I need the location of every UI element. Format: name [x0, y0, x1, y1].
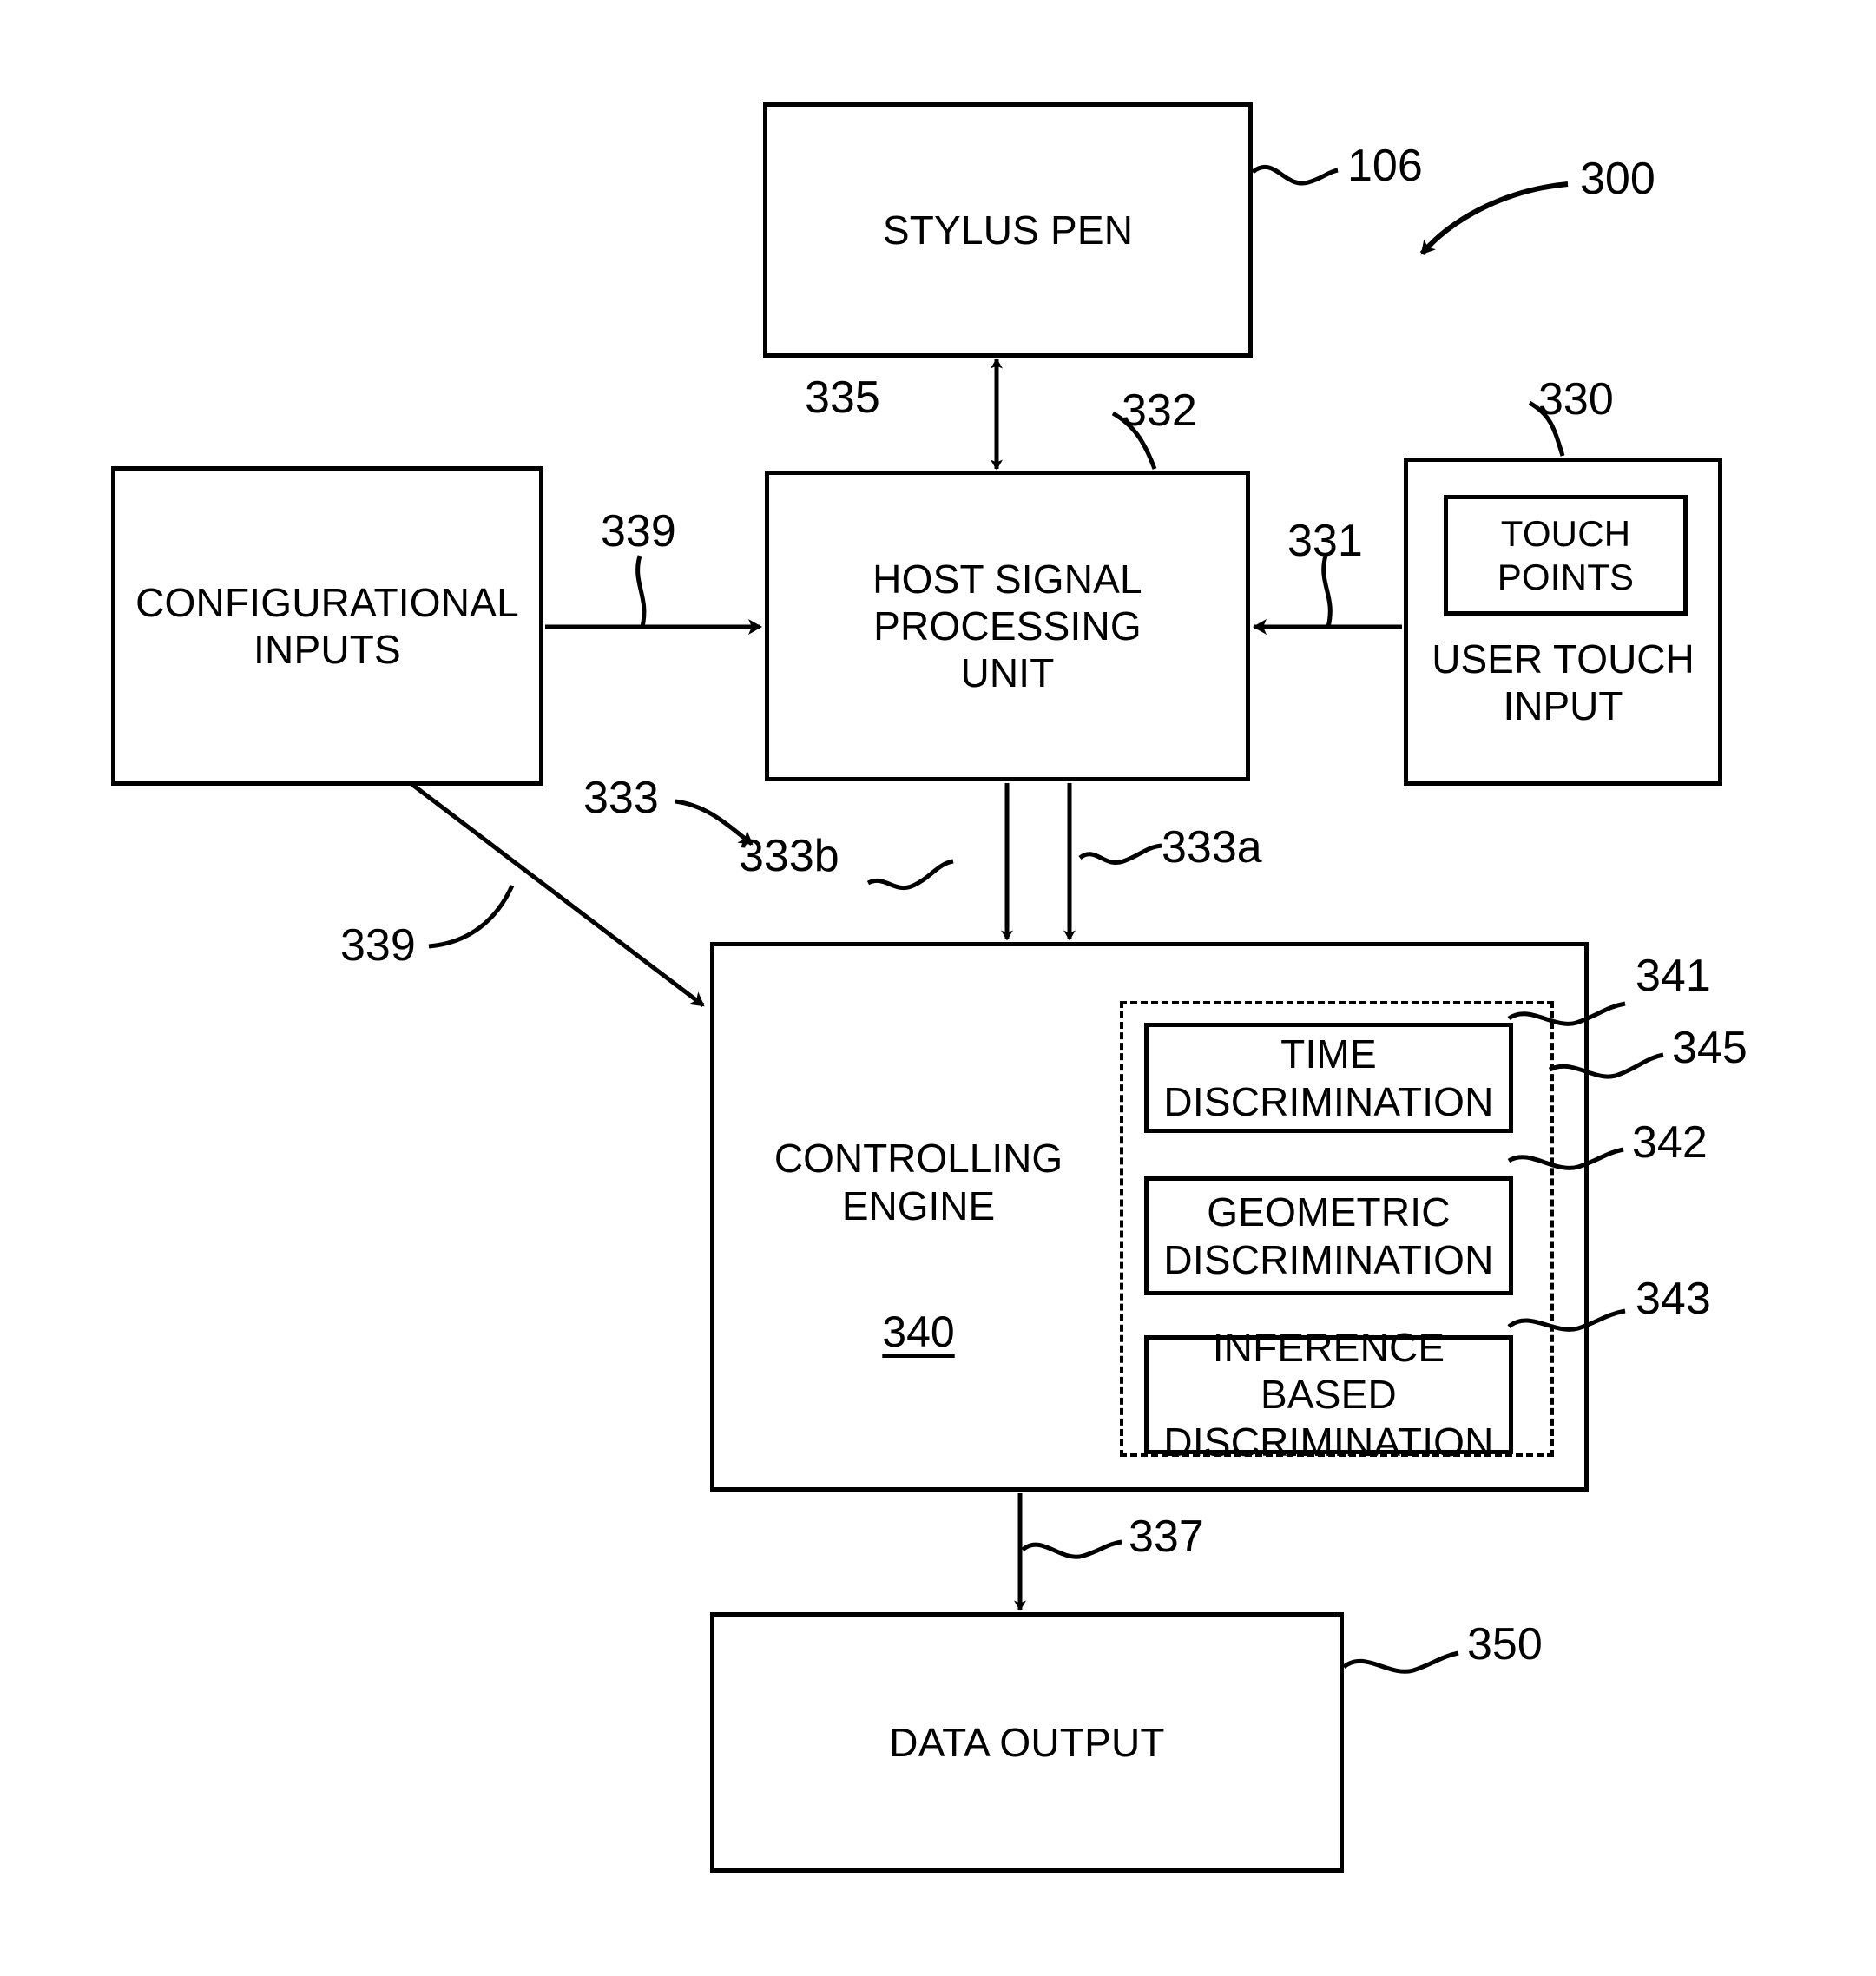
connector-host-to-engine-left [866, 783, 1013, 941]
refnum-339-config-to-engine: 339 [340, 920, 416, 971]
block-configurational-inputs-label: CONFIGURATIONAL INPUTS [135, 579, 519, 672]
refnum-333a: 333a [1162, 822, 1262, 873]
leader-300 [1419, 181, 1569, 255]
block-time-discrimination: TIME DISCRIMINATION [1144, 1023, 1513, 1133]
block-user-touch-input-label: USER TOUCH INPUT [1432, 636, 1695, 729]
leader-106 [1251, 164, 1339, 186]
refnum-337: 337 [1129, 1512, 1204, 1562]
block-geometric-discrimination: GEOMETRIC DISCRIMINATION [1144, 1176, 1513, 1295]
refnum-330: 330 [1538, 374, 1614, 425]
refnum-333: 333 [583, 773, 659, 823]
refnum-106: 106 [1347, 141, 1423, 191]
connector-config-to-host [545, 555, 762, 635]
patent-figure-300: STYLUS PEN HOST SIGNAL PROCESSING UNIT C… [0, 0, 1876, 1976]
refnum-331: 331 [1287, 516, 1363, 566]
refnum-332: 332 [1122, 385, 1197, 436]
block-controlling-engine-label: CONTROLLING ENGINE [773, 1136, 1063, 1229]
block-inference-based-discrimination-label: INFERENCE BASED DISCRIMINATION [1163, 1325, 1494, 1465]
block-data-output-label: DATA OUTPUT [889, 1719, 1165, 1765]
block-time-discrimination-label: TIME DISCRIMINATION [1163, 1031, 1494, 1124]
refnum-333b: 333b [739, 831, 839, 881]
connector-host-to-engine-right [1063, 783, 1162, 941]
refnum-345: 345 [1672, 1023, 1748, 1073]
refnum-335: 335 [805, 372, 880, 423]
block-user-touch-input: TOUCH POINTS USER TOUCH INPUT [1404, 458, 1722, 786]
block-stylus-pen: STYLUS PEN [763, 102, 1253, 358]
refnum-341: 341 [1636, 951, 1711, 1001]
block-controlling-engine: CONTROLLING ENGINE 340 TIME DISCRIMINATI… [710, 942, 1589, 1492]
leader-350 [1342, 1650, 1459, 1674]
block-controlling-engine-ref: 340 [882, 1307, 955, 1356]
block-configurational-inputs: CONFIGURATIONAL INPUTS [111, 466, 543, 786]
block-stylus-pen-label: STYLUS PEN [882, 207, 1134, 253]
block-data-output: DATA OUTPUT [710, 1612, 1344, 1873]
connector-touch-to-host [1253, 555, 1402, 635]
connector-config-to-engine [410, 782, 705, 1007]
refnum-339-config-to-host: 339 [601, 506, 676, 557]
refnum-343: 343 [1636, 1274, 1711, 1324]
block-touch-points: TOUCH POINTS [1444, 495, 1688, 616]
connector-engine-to-output [1014, 1493, 1122, 1611]
block-host-signal-processing-unit-label: HOST SIGNAL PROCESSING UNIT [872, 556, 1142, 696]
refnum-350: 350 [1467, 1619, 1543, 1670]
refnum-300: 300 [1580, 154, 1655, 204]
refnum-342: 342 [1632, 1117, 1708, 1168]
block-geometric-discrimination-label: GEOMETRIC DISCRIMINATION [1163, 1189, 1494, 1282]
block-host-signal-processing-unit: HOST SIGNAL PROCESSING UNIT [765, 471, 1250, 781]
block-inference-based-discrimination: INFERENCE BASED DISCRIMINATION [1144, 1325, 1513, 1465]
block-touch-points-label: TOUCH POINTS [1497, 512, 1635, 597]
